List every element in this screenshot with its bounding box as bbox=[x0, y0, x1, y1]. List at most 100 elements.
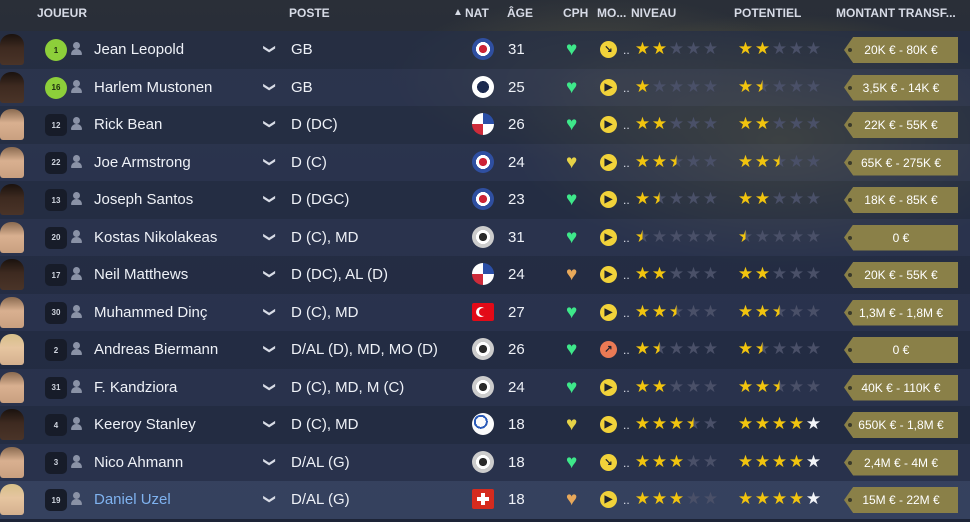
player-age: 25 bbox=[508, 78, 525, 96]
table-row[interactable]: 13 Joseph Santos ❯ D (DGC) 23 ♥ ▶.. ★ ★ ★ ★ ★ ★ ★ ★ ★ ★ 1… bbox=[0, 181, 970, 219]
transfer-value-tag[interactable]: 2,4M € - 4M € bbox=[844, 449, 958, 476]
heart-icon: ♥ bbox=[566, 339, 578, 360]
transfer-value-tag[interactable]: 650K € - 1,8M € bbox=[844, 412, 958, 438]
chevron-down-icon[interactable]: ❯ bbox=[263, 419, 277, 429]
star-icon: ★ bbox=[634, 451, 651, 471]
transfer-value-tag[interactable]: 0 € bbox=[844, 337, 958, 363]
player-name[interactable]: Neil Matthews bbox=[94, 266, 188, 283]
shirt-number: 1 bbox=[45, 39, 67, 61]
chevron-down-icon[interactable]: ❯ bbox=[263, 381, 277, 391]
player-name[interactable]: Joe Armstrong bbox=[94, 154, 191, 171]
col-mo[interactable]: MO... bbox=[597, 6, 626, 20]
col-poste[interactable]: POSTE bbox=[289, 6, 330, 20]
player-name[interactable]: Rick Bean bbox=[94, 116, 162, 133]
nationality-flag-icon[interactable] bbox=[472, 302, 494, 321]
shirt-number-text: 4 bbox=[53, 420, 59, 430]
table-row[interactable]: 4 Keeroy Stanley ❯ D (C), MD 18 ♥ ▶.. ★ ★ ★ ★ ★ ★ ★ ★ ★… bbox=[0, 406, 970, 444]
chevron-down-icon[interactable]: ❯ bbox=[263, 194, 277, 204]
transfer-value-tag[interactable]: 40K € - 110K € bbox=[844, 374, 958, 401]
star-icon: ★ bbox=[771, 189, 788, 208]
nationality-flag-icon[interactable] bbox=[472, 338, 494, 360]
player-name[interactable]: Daniel Uzel bbox=[94, 491, 171, 508]
table-row[interactable]: 22 Joe Armstrong ❯ D (C) 24 ♥ ▶.. ★ ★ ★ ★ ★ ★ ★ ★ ★ ★ 65K… bbox=[0, 143, 970, 181]
truncation-dots: .. bbox=[623, 343, 630, 357]
nationality-flag-icon[interactable] bbox=[472, 113, 494, 135]
col-potentiel[interactable]: POTENTIEL bbox=[734, 6, 801, 20]
table-row[interactable]: 2 Andreas Biermann ❯ D/AL (D), MD, MO (D) 26… bbox=[0, 331, 970, 369]
transfer-value-tag[interactable]: 65K € - 275K € bbox=[844, 149, 958, 176]
transfer-value-tag[interactable]: 0 € bbox=[844, 224, 958, 251]
chevron-down-icon[interactable]: ❯ bbox=[263, 456, 277, 466]
nationality-flag-icon[interactable] bbox=[472, 413, 494, 435]
chevron-down-icon[interactable]: ❯ bbox=[263, 81, 277, 91]
nationality-flag-icon[interactable] bbox=[472, 38, 494, 60]
chevron-down-icon[interactable]: ❯ bbox=[263, 156, 277, 166]
nationality-flag-icon[interactable] bbox=[472, 375, 494, 398]
player-face-avatar bbox=[0, 409, 24, 440]
chevron-down-icon[interactable]: ❯ bbox=[263, 44, 277, 54]
person-icon bbox=[70, 454, 83, 469]
table-row[interactable]: 19 Daniel Uzel ❯ D/AL (G) 18 ♥ ▶.. ★ ★ ★ ★ ★ ★ ★ ★ ★ ★ 15… bbox=[0, 481, 970, 519]
col-age[interactable]: ÂGE bbox=[507, 6, 533, 20]
nationality-flag-icon[interactable] bbox=[472, 188, 494, 210]
star-icon: ★ bbox=[788, 414, 805, 433]
transfer-value-tag[interactable]: 3,5K € - 14K € bbox=[844, 74, 958, 101]
col-niveau[interactable]: NIVEAU bbox=[631, 6, 676, 20]
player-table: 1 Jean Leopold ❯ GB 31 ♥ ↘.. ★ ★ ★ ★ ★ ★ ★ ★ ★ ★ 20K € - … bbox=[0, 31, 970, 519]
sort-arrow-icon: ▲ bbox=[453, 7, 463, 18]
transfer-value-tag[interactable]: 1,3M € - 1,8M € bbox=[844, 299, 958, 326]
table-row[interactable]: 3 Nico Ahmann ❯ D/AL (G) 18 ♥ ↘.. ★ ★ ★ ★ ★ ★ ★ ★ ★ ★ 2,4… bbox=[0, 443, 970, 481]
table-row[interactable]: 31 F. Kandziora ❯ D (C), MD, M (C) 24 ♥ ▶.. ★ ★ ★… bbox=[0, 368, 970, 406]
table-row[interactable]: 30 Muhammed Dinç ❯ D (C), MD 27 ♥ ▶.. ★ ★ ★ ★ ★ ★ ★ ★ ★… bbox=[0, 293, 970, 331]
table-row[interactable]: 16 Harlem Mustonen ❯ GB 25 ♥ ▶.. ★ ★ ★ ★ ★ ★ ★ ★ ★ ★ 3,5K… bbox=[0, 68, 970, 106]
nationality-flag-icon[interactable] bbox=[472, 150, 494, 173]
nationality-flag-icon[interactable] bbox=[472, 263, 494, 285]
transfer-value-tag[interactable]: 15M € - 22M € bbox=[844, 487, 958, 513]
chevron-down-icon[interactable]: ❯ bbox=[263, 231, 277, 241]
chevron-down-icon[interactable]: ❯ bbox=[263, 306, 277, 316]
player-age: 24 bbox=[508, 153, 525, 171]
player-name[interactable]: Keeroy Stanley bbox=[94, 416, 196, 433]
shirt-number-text: 31 bbox=[51, 383, 61, 392]
col-joueur[interactable]: JOUEUR bbox=[37, 6, 87, 20]
col-montant[interactable]: MONTANT TRANSF... bbox=[836, 6, 956, 20]
table-row[interactable]: 12 Rick Bean ❯ D (DC) 26 ♥ ▶.. ★ ★ ★ ★ ★ ★ ★ ★ ★ ★ 22K € … bbox=[0, 106, 970, 144]
player-name[interactable]: Kostas Nikolakeas bbox=[94, 229, 217, 246]
truncation-dots: .. bbox=[623, 80, 630, 95]
star-icon: ★ bbox=[754, 189, 771, 208]
chevron-down-icon[interactable]: ❯ bbox=[263, 494, 277, 504]
table-row[interactable]: 1 Jean Leopold ❯ GB 31 ♥ ↘.. ★ ★ ★ ★ ★ ★ ★ ★ ★ ★ 20K € - … bbox=[0, 31, 970, 69]
transfer-value-tag[interactable]: 18K € - 85K € bbox=[844, 187, 958, 213]
star-icon: ★ bbox=[737, 39, 754, 58]
nationality-flag-icon[interactable] bbox=[472, 489, 494, 509]
transfer-value-tag[interactable]: 20K € - 55K € bbox=[844, 262, 958, 288]
table-row[interactable]: 17 Neil Matthews ❯ D (DC), AL (D) 24 ♥ ▶.. ★ ★ ★ ★… bbox=[0, 256, 970, 294]
star-icon: ★ bbox=[685, 76, 702, 96]
nationality-flag-icon[interactable] bbox=[472, 75, 494, 98]
col-cph[interactable]: CPH bbox=[563, 6, 588, 20]
chevron-down-icon[interactable]: ❯ bbox=[263, 344, 277, 354]
player-name[interactable]: Nico Ahmann bbox=[94, 454, 183, 471]
niveau-stars: ★ ★ ★ ★ ★ bbox=[634, 39, 719, 59]
person-icon bbox=[70, 229, 83, 244]
transfer-value-tag[interactable]: 22K € - 55K € bbox=[844, 112, 958, 138]
player-name[interactable]: Jean Leopold bbox=[94, 41, 184, 58]
player-face-avatar bbox=[0, 34, 24, 65]
chevron-down-icon[interactable]: ❯ bbox=[263, 269, 277, 279]
player-name[interactable]: F. Kandziora bbox=[94, 379, 177, 396]
chevron-down-icon[interactable]: ❯ bbox=[263, 119, 277, 129]
player-name[interactable]: Muhammed Dinç bbox=[94, 304, 207, 321]
table-row[interactable]: 20 Kostas Nikolakeas ❯ D (C), MD 31 ♥ ▶.. ★ ★ ★ ★ ★… bbox=[0, 218, 970, 256]
star-icon: ★ bbox=[702, 339, 719, 358]
nationality-flag-icon[interactable] bbox=[472, 225, 494, 248]
player-name[interactable]: Andreas Biermann bbox=[94, 341, 218, 358]
player-name[interactable]: Joseph Santos bbox=[94, 191, 193, 208]
star-icon: ★ bbox=[668, 414, 685, 433]
star-icon: ★ bbox=[805, 151, 822, 171]
player-face-avatar bbox=[0, 146, 24, 178]
nationality-flag-icon[interactable] bbox=[472, 450, 494, 473]
player-name[interactable]: Harlem Mustonen bbox=[94, 79, 212, 96]
col-nat[interactable]: NAT bbox=[465, 6, 489, 20]
transfer-value-tag[interactable]: 20K € - 80K € bbox=[844, 37, 958, 63]
star-icon: ★ bbox=[668, 489, 685, 508]
